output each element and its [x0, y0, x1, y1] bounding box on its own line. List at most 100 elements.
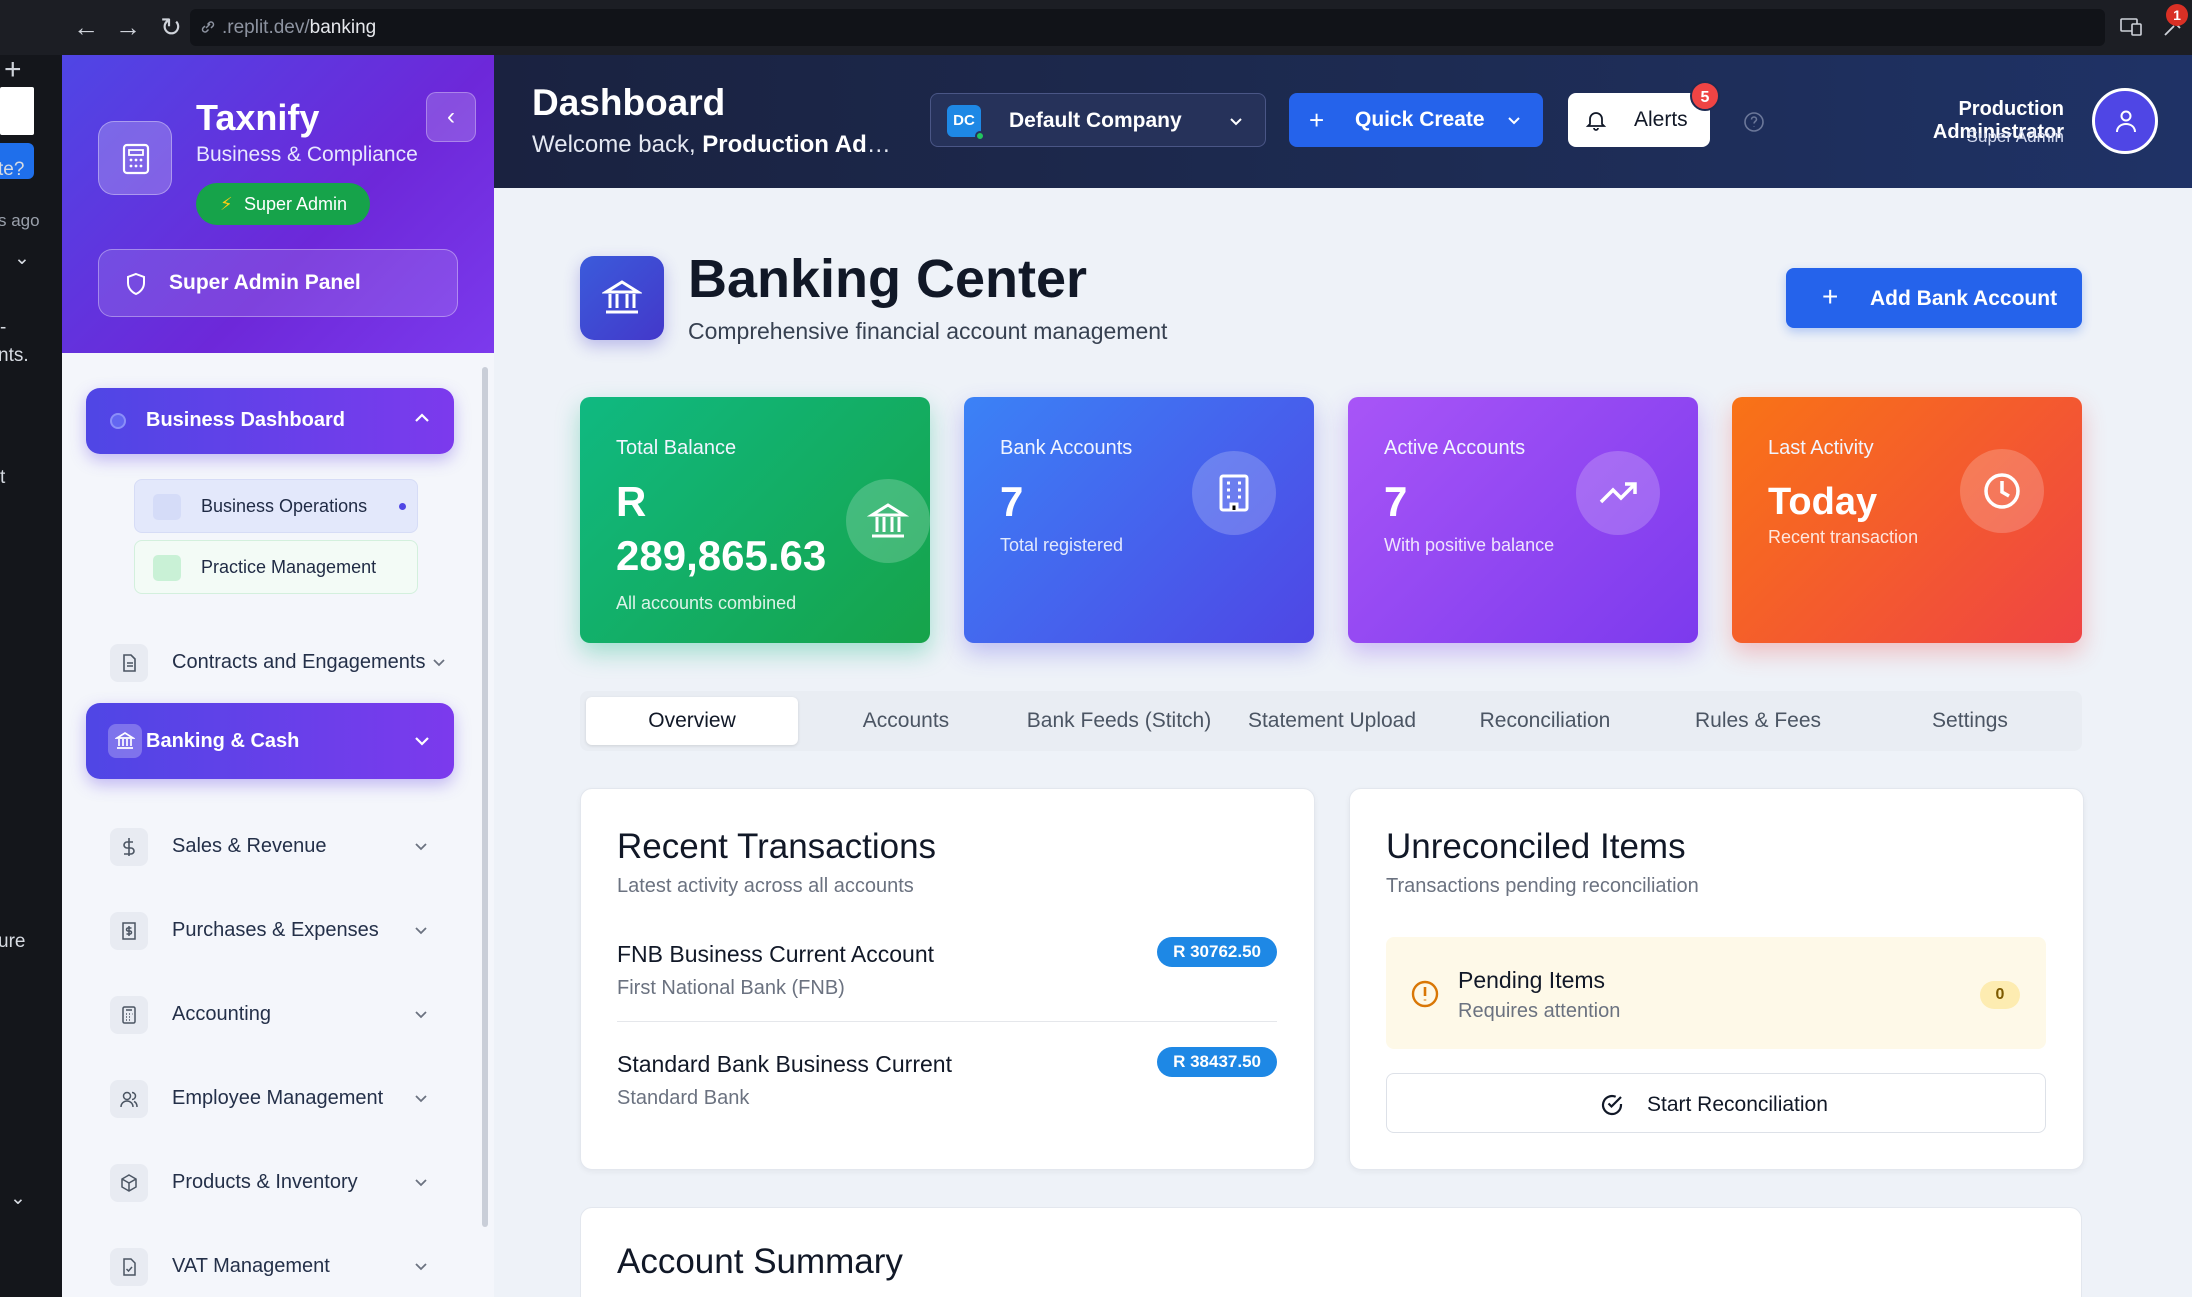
strip-text: s ago	[0, 211, 40, 230]
nav-accounting[interactable]: Accounting	[86, 981, 454, 1047]
transaction-row[interactable]: Standard Bank Business Current Standard …	[617, 1047, 1277, 1151]
bank-icon	[867, 503, 909, 538]
sidebar: Taxnify Business & Compliance ⚡ Super Adm…	[62, 55, 494, 1297]
chevron-up-icon	[415, 413, 429, 422]
tab-accounts[interactable]: Accounts	[800, 697, 1012, 745]
pending-count-badge: 0	[1980, 981, 2020, 1009]
trending-up-icon	[1599, 482, 1637, 504]
calculator-icon	[122, 1006, 136, 1024]
amount-badge: R 38437.50	[1157, 1047, 1277, 1077]
nav-banking-cash[interactable]: Banking & Cash	[86, 703, 454, 779]
alert-circle-icon	[1411, 980, 1439, 1008]
collapse-sidebar-button[interactable]: ‹	[426, 92, 476, 142]
tab-reconciliation[interactable]: Reconciliation	[1439, 697, 1651, 745]
help-icon[interactable]	[1742, 110, 1766, 134]
unreconciled-items-card: Unreconciled Items Transactions pending …	[1349, 788, 2084, 1170]
reload-icon[interactable]: ↻	[157, 13, 185, 41]
sub-item-practice-management[interactable]: Practice Management	[134, 540, 418, 594]
forward-icon[interactable]: →	[114, 13, 142, 41]
stat-card-active-accounts: Active Accounts 7 With positive balance	[1348, 397, 1698, 643]
brand-name: Taxnify	[196, 97, 320, 138]
nav-vat-management[interactable]: VAT Management	[86, 1233, 454, 1297]
chevron-down-icon	[415, 1095, 427, 1103]
tab-settings[interactable]: Settings	[1864, 697, 2076, 745]
strip-text: -	[0, 317, 7, 338]
alerts-button[interactable]: Alerts 5	[1568, 81, 1720, 147]
nav-employee-management[interactable]: Employee Management	[86, 1065, 454, 1131]
nav-products-inventory[interactable]: Products & Inventory	[86, 1149, 454, 1215]
nav-contracts[interactable]: Contracts and Engagements	[86, 629, 454, 695]
back-icon[interactable]: ←	[72, 13, 100, 41]
chevron-down-icon	[415, 1179, 427, 1187]
strip-text: t	[0, 467, 6, 488]
brand-subtitle: Business & Compliance	[196, 143, 418, 166]
amount-badge: R 30762.50	[1157, 937, 1277, 967]
square-icon	[153, 555, 181, 581]
card-title: Account Summary	[617, 1242, 903, 1281]
header-title: Dashboard	[532, 82, 726, 123]
logo	[98, 121, 172, 195]
receipt-icon	[122, 922, 136, 940]
devices-icon[interactable]	[2118, 14, 2144, 40]
quick-create-button[interactable]: + Quick Create	[1289, 93, 1543, 147]
tab-statement-upload[interactable]: Statement Upload	[1226, 697, 1438, 745]
total-balance-value: R 289,865.63	[616, 478, 827, 579]
chevron-down-icon	[415, 843, 427, 851]
online-status-dot	[975, 131, 985, 141]
address-bar[interactable]: .replit.dev/banking	[190, 9, 2105, 46]
nav-sales-revenue[interactable]: Sales & Revenue	[86, 813, 454, 879]
transaction-row[interactable]: FNB Business Current Account First Natio…	[617, 937, 1277, 1041]
pending-items-panel: Pending Items Requires attention 0	[1386, 937, 2046, 1049]
nav-purchases-expenses[interactable]: Purchases & Expenses	[86, 897, 454, 963]
alerts-count-badge: 5	[1690, 81, 1720, 111]
tab-bank-feeds[interactable]: Bank Feeds (Stitch)	[1013, 697, 1225, 745]
chevron-down-icon	[415, 1011, 427, 1019]
plus-icon: +	[4, 55, 22, 86]
chevron-down-icon	[415, 737, 429, 746]
super-admin-panel-button[interactable]: Super Admin Panel	[98, 249, 458, 317]
user-avatar[interactable]	[2092, 88, 2158, 154]
stat-card-bank-accounts: Bank Accounts 7 Total registered	[964, 397, 1314, 643]
plus-icon: +	[1822, 281, 1839, 312]
stat-card-total-balance: Total Balance R 289,865.63 All accounts …	[580, 397, 930, 643]
chevron-down-icon	[1230, 118, 1242, 126]
building-icon	[1219, 474, 1249, 512]
package-icon	[121, 1174, 137, 1192]
clock-icon	[1984, 473, 2020, 509]
browser-toolbar: ← → ↻ .replit.dev/banking 1	[0, 0, 2192, 55]
welcome-text: Welcome back, Production Administrator	[532, 131, 912, 158]
bank-icon	[602, 280, 642, 314]
active-dot-icon	[399, 503, 406, 510]
divider	[617, 1021, 1277, 1022]
start-reconciliation-button[interactable]: Start Reconciliation	[1386, 1073, 2046, 1133]
main-content: Banking Center Comprehensive financial a…	[494, 188, 2192, 1297]
bolt-icon: ⚡	[220, 194, 233, 214]
card-subtitle: Transactions pending reconciliation	[1386, 875, 1699, 897]
strip-text: te?	[0, 159, 25, 180]
dollar-icon	[123, 838, 135, 856]
chevron-down-icon: ⌄	[10, 1188, 26, 1209]
add-bank-account-button[interactable]: + Add Bank Account	[1786, 268, 2082, 328]
nav-business-dashboard[interactable]: Business Dashboard	[86, 388, 454, 454]
banking-tabs: Overview Accounts Bank Feeds (Stitch) St…	[580, 691, 2082, 751]
site-info-icon[interactable]	[200, 19, 216, 35]
square-icon	[153, 494, 181, 520]
user-icon	[2116, 110, 2136, 133]
chevron-down-icon	[433, 659, 445, 667]
role-badge: ⚡ Super Admin	[196, 183, 370, 225]
file-check-icon	[123, 1258, 136, 1276]
url-text: .replit.dev/banking	[222, 17, 377, 38]
active-accounts-value: 7	[1384, 478, 1408, 525]
tab-overview[interactable]: Overview	[586, 697, 798, 745]
sub-item-business-operations[interactable]: Business Operations	[134, 479, 418, 533]
chevron-down-icon	[1508, 117, 1520, 125]
background-window-strip: + te? s ago ⌄ - nts. t ure ⌄	[0, 55, 62, 1297]
thumbnail	[0, 87, 34, 135]
tab-rules-fees[interactable]: Rules & Fees	[1652, 697, 1864, 745]
company-selector[interactable]: DC Default Company	[930, 93, 1266, 147]
sidebar-scrollbar[interactable]	[480, 355, 490, 1235]
strip-text: nts.	[0, 345, 29, 366]
chevron-down-icon	[415, 1263, 427, 1271]
strip-text: ure	[0, 931, 26, 952]
dot-icon	[110, 413, 126, 429]
